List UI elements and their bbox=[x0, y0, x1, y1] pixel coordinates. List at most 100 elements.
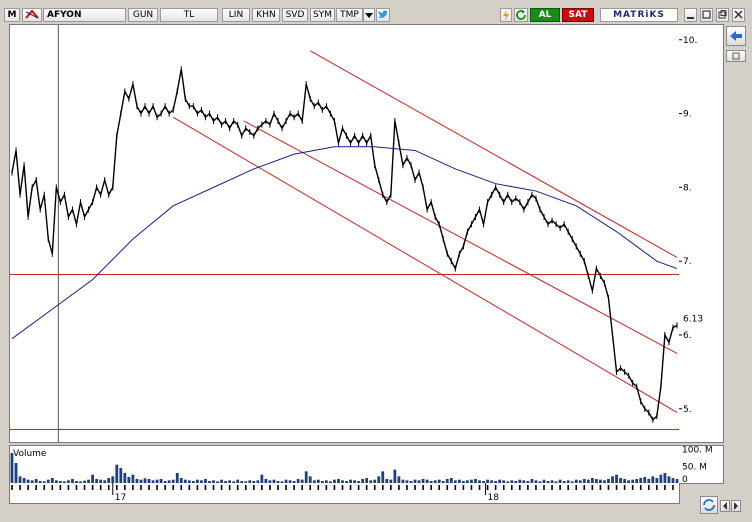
refresh-icon[interactable] bbox=[514, 8, 528, 22]
x-minor-tick-10 bbox=[51, 485, 54, 490]
x-minor-tick-56 bbox=[236, 485, 239, 490]
x-minor-tick-142 bbox=[583, 485, 586, 490]
currency-button[interactable]: TL bbox=[160, 8, 218, 22]
x-minor-tick-8 bbox=[43, 485, 46, 490]
svd-button[interactable]: SVD bbox=[282, 8, 308, 22]
close-icon[interactable] bbox=[732, 8, 745, 22]
volume-bar-73 bbox=[304, 471, 308, 483]
scroll-left-icon[interactable] bbox=[720, 500, 730, 512]
volume-tick-label-0: 100. M bbox=[682, 446, 713, 456]
nav-bar bbox=[680, 496, 750, 514]
tools-icon[interactable] bbox=[22, 8, 42, 22]
price-chart[interactable] bbox=[9, 24, 680, 443]
x-minor-tick-76 bbox=[317, 485, 320, 490]
volume-bar-162 bbox=[663, 473, 667, 483]
x-tick-label-1: 18 bbox=[488, 493, 500, 503]
volume-bar-74 bbox=[308, 476, 312, 483]
x-minor-tick-98 bbox=[406, 485, 408, 490]
x-minor-tick-130 bbox=[535, 485, 537, 490]
y-tick-label-3: 7. bbox=[683, 257, 692, 267]
x-minor-tick-52 bbox=[220, 485, 223, 490]
price-line bbox=[11, 69, 678, 421]
khn-button[interactable]: KHN bbox=[252, 8, 280, 22]
volume-tick-label-1: 50. M bbox=[682, 462, 707, 472]
volume-bar-163 bbox=[667, 476, 671, 483]
x-minor-tick-86 bbox=[357, 485, 360, 490]
volume-bar-27 bbox=[119, 468, 123, 483]
x-tick-label-0: 17 bbox=[115, 493, 126, 503]
x-minor-tick-68 bbox=[285, 485, 287, 490]
x-minor-tick-100 bbox=[414, 485, 416, 490]
minimize-icon[interactable] bbox=[684, 8, 697, 22]
x-minor-tick-70 bbox=[293, 485, 295, 490]
x-minor-tick-72 bbox=[301, 485, 303, 490]
price-axis: 10. 9. 8. 7. 6. 5. 6.13 bbox=[679, 24, 724, 443]
price-chart-svg bbox=[10, 25, 679, 442]
volume-bar-161 bbox=[659, 474, 663, 483]
x-minor-tick-114 bbox=[470, 485, 473, 490]
x-minor-tick-64 bbox=[269, 485, 271, 490]
x-minor-tick-34 bbox=[148, 485, 150, 490]
x-minor-tick-158 bbox=[647, 485, 650, 490]
x-minor-tick-14 bbox=[67, 485, 70, 490]
x-minor-tick-106 bbox=[438, 485, 441, 490]
chart-window: M AFYON GUN TL LIN KHN SVD SYM TMP AL SA… bbox=[0, 0, 752, 522]
template-button[interactable]: TMP bbox=[336, 8, 363, 22]
x-minor-tick-66 bbox=[277, 485, 279, 490]
volume-bar-26 bbox=[115, 464, 119, 483]
x-minor-tick-84 bbox=[349, 485, 352, 490]
x-minor-tick-162 bbox=[664, 485, 666, 490]
x-minor-tick-138 bbox=[567, 485, 569, 490]
x-minor-tick-74 bbox=[309, 485, 312, 490]
volume-chart-svg: Volume bbox=[10, 449, 679, 483]
dropdown-arrow-icon[interactable] bbox=[363, 8, 375, 22]
x-minor-tick-112 bbox=[462, 485, 465, 490]
x-minor-tick-18 bbox=[83, 485, 86, 490]
x-minor-tick-94 bbox=[390, 485, 392, 490]
restore-icon[interactable] bbox=[716, 8, 729, 22]
volume-bar-28 bbox=[123, 473, 127, 483]
x-minor-tick-88 bbox=[365, 485, 368, 490]
volume-bar-150 bbox=[615, 474, 618, 483]
buy-button[interactable]: AL bbox=[530, 8, 560, 22]
menu-m-button[interactable]: M bbox=[4, 8, 20, 22]
x-minor-tick-148 bbox=[607, 485, 610, 490]
channel-line-2 bbox=[243, 120, 678, 354]
volume-label: Volume bbox=[13, 449, 47, 459]
x-minor-tick-146 bbox=[599, 485, 602, 490]
x-minor-tick-90 bbox=[373, 485, 376, 490]
symbols-button[interactable]: SYM bbox=[310, 8, 335, 22]
volume-tick-label-2: 0 bbox=[682, 475, 688, 483]
volume-bar-20 bbox=[91, 474, 95, 483]
y-tick-label-1: 9. bbox=[683, 110, 692, 120]
symbol-input[interactable]: AFYON bbox=[43, 8, 126, 22]
volume-bar-95 bbox=[393, 469, 397, 483]
y-tick-label-2: 8. bbox=[683, 183, 692, 193]
y-tick-label-0: 10. bbox=[683, 36, 697, 46]
volume-chart[interactable]: Volume bbox=[9, 445, 680, 484]
brand-logo: MATRiKS bbox=[600, 8, 678, 22]
x-minor-tick-118 bbox=[486, 485, 489, 490]
maximize-icon[interactable] bbox=[700, 8, 713, 22]
x-minor-tick-20 bbox=[91, 485, 94, 490]
x-minor-tick-58 bbox=[244, 485, 247, 490]
twitter-icon[interactable] bbox=[376, 8, 390, 22]
x-minor-tick-152 bbox=[623, 485, 626, 490]
period-button[interactable]: GUN bbox=[128, 8, 158, 22]
lightning-icon[interactable] bbox=[500, 8, 512, 22]
x-minor-tick-54 bbox=[228, 485, 231, 490]
x-minor-tick-136 bbox=[559, 485, 561, 490]
volume-bar-25 bbox=[111, 476, 115, 483]
scroll-right-icon[interactable] bbox=[731, 500, 741, 512]
x-minor-tick-120 bbox=[494, 485, 497, 490]
small-square-icon[interactable] bbox=[726, 50, 746, 62]
back-arrow-icon[interactable] bbox=[726, 26, 746, 46]
sell-button[interactable]: SAT bbox=[562, 8, 594, 22]
x-minor-tick-46 bbox=[196, 485, 199, 490]
x-minor-tick-24 bbox=[107, 485, 110, 490]
x-minor-tick-154 bbox=[631, 485, 634, 490]
x-minor-tick-36 bbox=[156, 485, 158, 490]
linear-button[interactable]: LIN bbox=[222, 8, 250, 22]
volume-bar-1 bbox=[14, 463, 18, 483]
sync-icon[interactable] bbox=[700, 496, 718, 514]
